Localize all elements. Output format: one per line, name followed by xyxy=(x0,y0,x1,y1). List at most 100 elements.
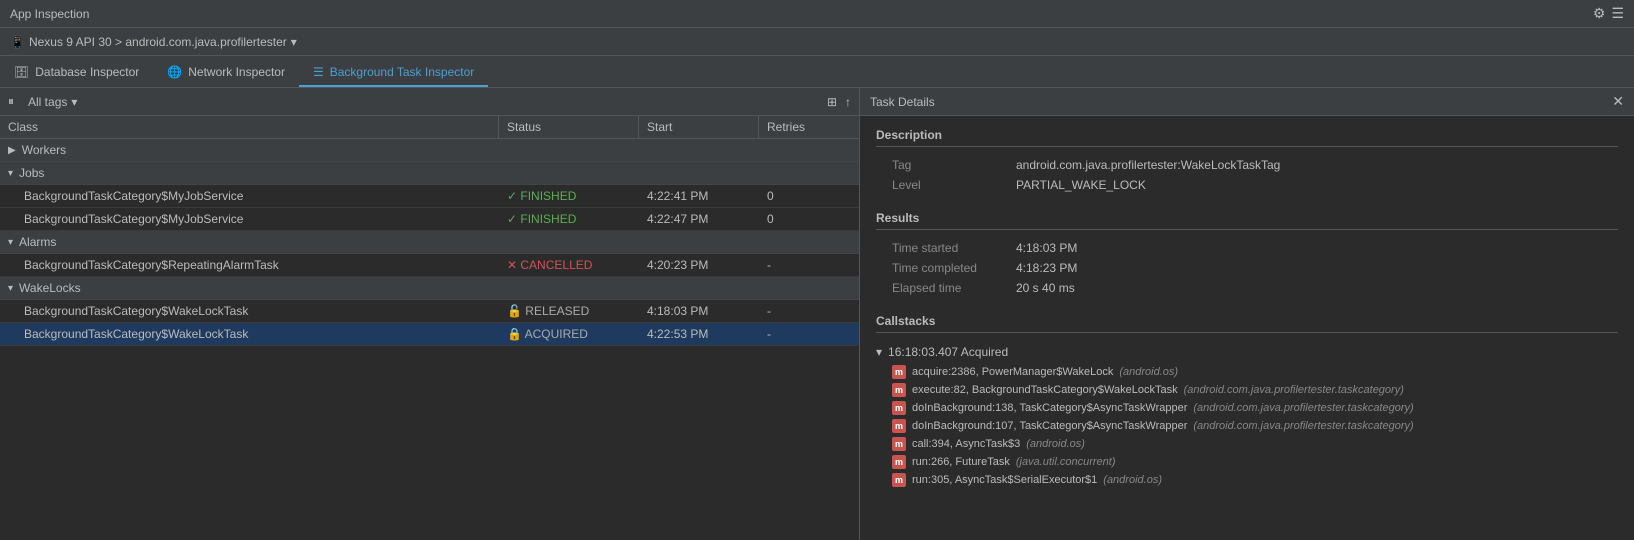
callstack-entry: m doInBackground:138, TaskCategory$Async… xyxy=(892,399,1618,417)
method-name: acquire:2386, PowerManager$WakeLock xyxy=(912,366,1113,378)
table-row[interactable]: BackgroundTaskCategory$MyJobService ✓ FI… xyxy=(0,185,859,208)
tab-background-label: Background Task Inspector xyxy=(330,65,475,79)
job-row1-status: ✓ FINISHED xyxy=(499,185,639,207)
table-row[interactable]: BackgroundTaskCategory$MyJobService ✓ FI… xyxy=(0,208,859,231)
job-row1-start: 4:22:41 PM xyxy=(639,185,759,207)
database-icon: 🗄 xyxy=(14,65,29,79)
callstack-entry: m execute:82, BackgroundTaskCategory$Wak… xyxy=(892,381,1618,399)
job-row2-retries: 0 xyxy=(759,208,859,230)
table-container: ▶ Workers ▾ Jobs BackgroundTaskCategory$… xyxy=(0,139,859,540)
toolbar-right: ⊞ ↑ xyxy=(827,95,851,109)
method-name: execute:82, BackgroundTaskCategory$WakeL… xyxy=(912,384,1178,396)
level-label: Level xyxy=(876,178,1016,192)
alarms-section-row[interactable]: ▾ Alarms xyxy=(0,231,859,254)
settings-icon[interactable]: ⚙ xyxy=(1593,5,1606,22)
method-icon: m xyxy=(892,455,906,469)
method-icon: m xyxy=(892,401,906,415)
tab-bar: 🗄 Database Inspector 🌐 Network Inspector… xyxy=(0,56,1634,88)
wakelock-row1-retries: - xyxy=(759,300,859,322)
callstacks-section-title: Callstacks xyxy=(876,314,1618,333)
level-row: Level PARTIAL_WAKE_LOCK xyxy=(876,175,1618,195)
device-phone-icon: 📱 xyxy=(10,35,25,49)
title-bar: App Inspection ⚙ ☰ xyxy=(0,0,1634,28)
callstack-entry: m acquire:2386, PowerManager$WakeLock (a… xyxy=(892,363,1618,381)
method-package: (android.com.java.profilertester.taskcat… xyxy=(1193,402,1413,414)
level-value: PARTIAL_WAKE_LOCK xyxy=(1016,178,1146,192)
jobs-chevron-icon: ▾ xyxy=(8,168,13,179)
callstack-header[interactable]: ▾ 16:18:03.407 Acquired xyxy=(876,341,1618,363)
tab-background[interactable]: ☰ Background Task Inspector xyxy=(299,59,488,87)
retries-col-header: Retries xyxy=(759,116,859,138)
time-completed-value: 4:18:23 PM xyxy=(1016,261,1077,275)
method-icon: m xyxy=(892,437,906,451)
alarm-row1-start: 4:20:23 PM xyxy=(639,254,759,276)
toolbar: ⏸ All tags ▾ ⊞ ↑ xyxy=(0,88,859,116)
table-row[interactable]: BackgroundTaskCategory$RepeatingAlarmTas… xyxy=(0,254,859,277)
background-tab-icon: ☰ xyxy=(313,65,324,79)
tag-row: Tag android.com.java.profilertester:Wake… xyxy=(876,155,1618,175)
tag-value: android.com.java.profilertester:WakeLock… xyxy=(1016,158,1280,172)
jobs-section-row[interactable]: ▾ Jobs xyxy=(0,162,859,185)
all-tags-label: All tags xyxy=(28,95,67,109)
start-col-header: Start xyxy=(639,116,759,138)
network-icon: 🌐 xyxy=(167,65,182,79)
table-view-icon[interactable]: ⊞ xyxy=(827,95,837,109)
alarms-chevron-icon: ▾ xyxy=(8,237,13,248)
export-icon[interactable]: ↑ xyxy=(845,95,851,109)
description-section-title: Description xyxy=(876,128,1618,147)
method-icon: m xyxy=(892,473,906,487)
tab-database[interactable]: 🗄 Database Inspector xyxy=(0,59,153,87)
table-row[interactable]: BackgroundTaskCategory$WakeLockTask 🔓 RE… xyxy=(0,300,859,323)
device-label: Nexus 9 API 30 > android.com.java.profil… xyxy=(29,35,287,49)
pause-icon[interactable]: ⏸ xyxy=(8,94,14,109)
wakelock-row2-class: BackgroundTaskCategory$WakeLockTask xyxy=(0,323,499,345)
callstack-entry: m call:394, AsyncTask$3 (android.os) xyxy=(892,435,1618,453)
alarms-label: Alarms xyxy=(19,235,56,249)
tab-network[interactable]: 🌐 Network Inspector xyxy=(153,59,299,87)
time-completed-row: Time completed 4:18:23 PM xyxy=(876,258,1618,278)
panel-header: Task Details ✕ xyxy=(860,88,1634,116)
results-table: Time started 4:18:03 PM Time completed 4… xyxy=(876,238,1618,298)
tab-database-label: Database Inspector xyxy=(35,65,139,79)
table-row[interactable]: BackgroundTaskCategory$WakeLockTask 🔒 AC… xyxy=(0,323,859,346)
job-row2-class: BackgroundTaskCategory$MyJobService xyxy=(0,208,499,230)
callstack-section: ▾ 16:18:03.407 Acquired m acquire:2386, … xyxy=(876,341,1618,489)
device-chevron-icon: ▾ xyxy=(291,35,297,49)
menu-icon[interactable]: ☰ xyxy=(1611,5,1624,22)
method-name: run:305, AsyncTask$SerialExecutor$1 xyxy=(912,474,1097,486)
results-section-title: Results xyxy=(876,211,1618,230)
app-window: App Inspection ⚙ ☰ 📱 Nexus 9 API 30 > an… xyxy=(0,0,1634,540)
wakelock-row2-start: 4:22:53 PM xyxy=(639,323,759,345)
job-row1-class: BackgroundTaskCategory$MyJobService xyxy=(0,185,499,207)
app-title: App Inspection xyxy=(10,7,89,21)
panel-title: Task Details xyxy=(870,95,935,109)
time-started-value: 4:18:03 PM xyxy=(1016,241,1077,255)
all-tags-button[interactable]: All tags ▾ xyxy=(22,93,83,111)
right-panel: Task Details ✕ Description Tag android.c… xyxy=(860,88,1634,540)
tag-label: Tag xyxy=(876,158,1016,172)
method-package: (android.os) xyxy=(1119,366,1178,378)
status-col-header: Status xyxy=(499,116,639,138)
alarm-row1-class: BackgroundTaskCategory$RepeatingAlarmTas… xyxy=(0,254,499,276)
wakelocks-section-row[interactable]: ▾ WakeLocks xyxy=(0,277,859,300)
alarm-row1-status: ✕ CANCELLED xyxy=(499,254,639,276)
workers-label: Workers xyxy=(22,143,66,157)
job-row2-status: ✓ FINISHED xyxy=(499,208,639,230)
method-icon: m xyxy=(892,365,906,379)
wakelock-row1-class: BackgroundTaskCategory$WakeLockTask xyxy=(0,300,499,322)
method-name: call:394, AsyncTask$3 xyxy=(912,438,1020,450)
close-button[interactable]: ✕ xyxy=(1612,93,1624,110)
callstack-entry: m doInBackground:107, TaskCategory$Async… xyxy=(892,417,1618,435)
elapsed-time-label: Elapsed time xyxy=(876,281,1016,295)
alarm-row1-retries: - xyxy=(759,254,859,276)
method-package: (android.com.java.profilertester.taskcat… xyxy=(1193,420,1413,432)
class-col-header: Class xyxy=(0,116,499,138)
method-icon: m xyxy=(892,419,906,433)
details-content: Description Tag android.com.java.profile… xyxy=(860,116,1634,540)
time-started-label: Time started xyxy=(876,241,1016,255)
workers-section-row[interactable]: ▶ Workers xyxy=(0,139,859,162)
wakelocks-label: WakeLocks xyxy=(19,281,81,295)
method-package: (android.os) xyxy=(1026,438,1085,450)
method-package: (android.com.java.profilertester.taskcat… xyxy=(1184,384,1404,396)
device-selector[interactable]: Nexus 9 API 30 > android.com.java.profil… xyxy=(29,35,297,49)
